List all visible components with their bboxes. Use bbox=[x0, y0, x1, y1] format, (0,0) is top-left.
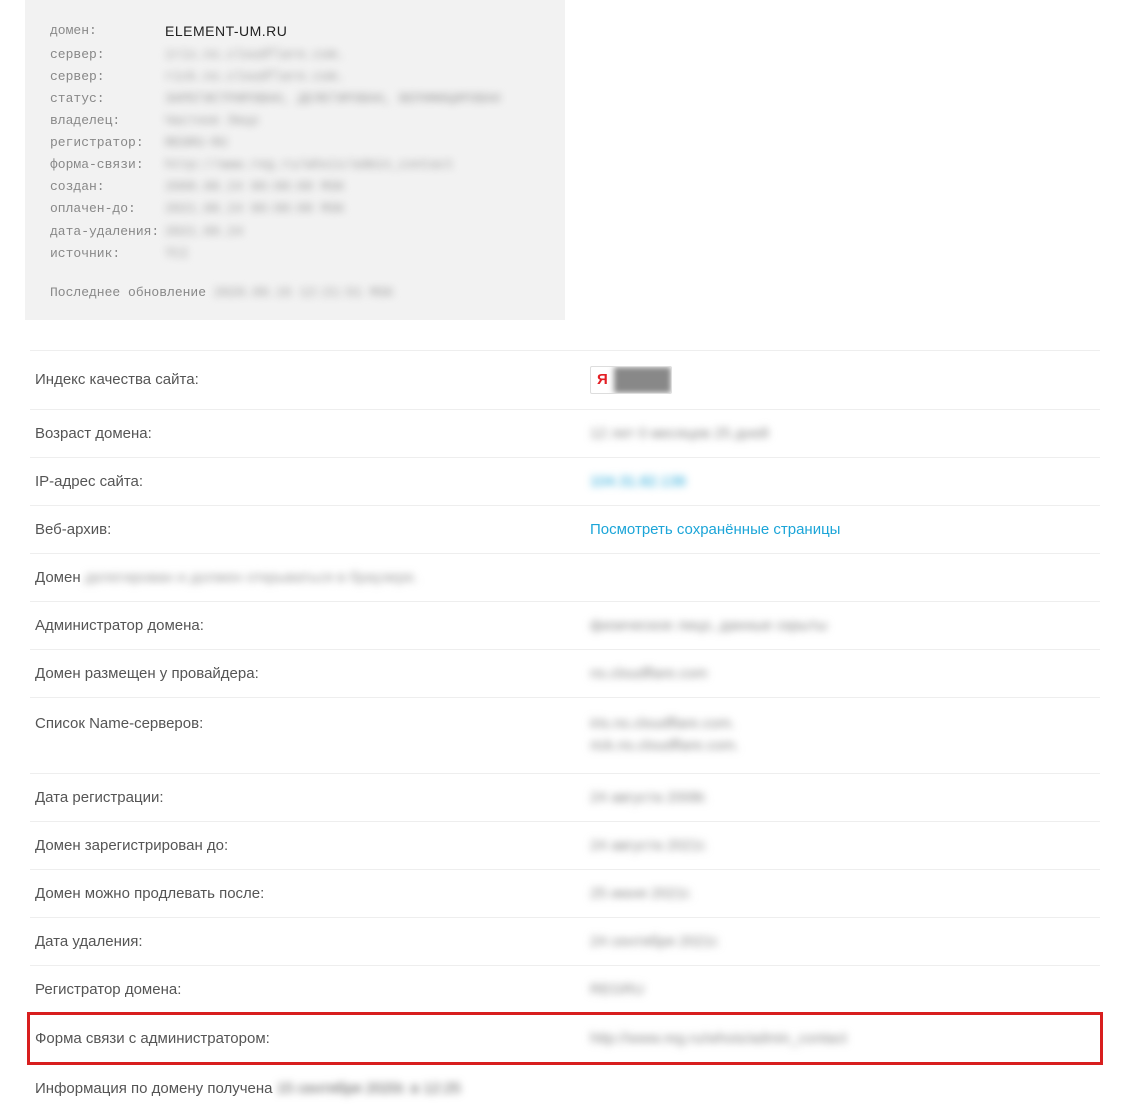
whois-row-status: статус: ЗАРЕГИСТРИРОВАН, ДЕЛЕГИРОВАН, ВЕ… bbox=[50, 88, 540, 110]
label-ip: IP-адрес сайта: bbox=[35, 473, 590, 490]
row-reguntil: Домен зарегистрирован до: 24 августа 202… bbox=[30, 822, 1100, 870]
whois-value-source: TCI bbox=[165, 243, 540, 265]
whois-row-registrar: регистратор: REGRU-RU bbox=[50, 132, 540, 154]
ip-link[interactable]: 104.31.82.136 bbox=[590, 473, 686, 490]
label-age: Возраст домена: bbox=[35, 425, 590, 442]
whois-footer-time: 2020.09.15 12:21:51 MSK bbox=[214, 285, 393, 300]
archive-link[interactable]: Посмотреть сохранённые страницы bbox=[590, 521, 840, 538]
whois-row-paid: оплачен-до: 2021.08.24 00:00:00 MSK bbox=[50, 198, 540, 220]
whois-footer-prefix: Последнее обновление bbox=[50, 285, 214, 300]
info-date: 15 сентября 2020г. в 12:25 bbox=[277, 1080, 461, 1097]
row-regdate: Дата регистрации: 24 августа 2008г. bbox=[30, 774, 1100, 822]
row-deldate: Дата удаления: 24 сентября 2021г. bbox=[30, 918, 1100, 966]
value-renew: 25 июня 2021г. bbox=[590, 885, 1095, 902]
label-admin: Администратор домена: bbox=[35, 617, 590, 634]
whois-row-created: создан: 2008.08.24 00:00:00 MSK bbox=[50, 176, 540, 198]
label-renew: Домен можно продлевать после: bbox=[35, 885, 590, 902]
row-admin: Администратор домена: физическое лицо, д… bbox=[30, 602, 1100, 650]
row-ns: Список Name-серверов: iris.ns.cloudflare… bbox=[30, 698, 1100, 774]
row-provider: Домен размещен у провайдера: ns.cloudfla… bbox=[30, 650, 1100, 698]
ns-item-2: rick.ns.cloudflare.com. bbox=[590, 735, 1095, 758]
info-prefix: Информация по домену получена bbox=[35, 1080, 277, 1097]
whois-value-server1: iris.ns.cloudflare.com. bbox=[165, 44, 540, 66]
label-regdate: Дата регистрации: bbox=[35, 789, 590, 806]
row-domain-status: Домен делегирован и должен открываться в… bbox=[30, 554, 1100, 602]
row-archive: Веб-архив: Посмотреть сохранённые страни… bbox=[30, 506, 1100, 554]
whois-label-server2: сервер: bbox=[50, 66, 165, 88]
value-regdate: 24 августа 2008г. bbox=[590, 789, 1095, 806]
row-renew: Домен можно продлевать после: 25 июня 20… bbox=[30, 870, 1100, 918]
yandex-icon: Я bbox=[591, 369, 614, 390]
whois-label-owner: владелец: bbox=[50, 110, 165, 132]
value-provider: ns.cloudflare.com bbox=[590, 665, 1095, 682]
whois-label-paid: оплачен-до: bbox=[50, 198, 165, 220]
whois-value-status: ЗАРЕГИСТРИРОВАН, ДЕЛЕГИРОВАН, ВЕРИФИЦИРО… bbox=[165, 88, 540, 110]
domain-status-suffix: делегирован и должен открываться в брауз… bbox=[85, 569, 418, 586]
label-quality: Индекс качества сайта: bbox=[35, 371, 590, 388]
value-age: 12 лет 0 месяцев 25 дней bbox=[590, 425, 1095, 442]
value-ns: iris.ns.cloudflare.com. rick.ns.cloudfla… bbox=[590, 713, 1095, 758]
whois-label-contact: форма-связи: bbox=[50, 154, 165, 176]
row-ip: IP-адрес сайта: 104.31.82.136 bbox=[30, 458, 1100, 506]
label-reguntil: Домен зарегистрирован до: bbox=[35, 837, 590, 854]
label-provider: Домен размещен у провайдера: bbox=[35, 665, 590, 682]
whois-label-delete: дата-удаления: bbox=[50, 221, 165, 243]
quality-badge: Я 120 bbox=[590, 366, 672, 394]
label-ns: Список Name-серверов: bbox=[35, 715, 590, 732]
whois-row-domain: домен: ELEMENT-UM.RU bbox=[50, 20, 540, 44]
whois-value-owner: Частное Лицо bbox=[165, 110, 540, 132]
whois-value-paid: 2021.08.24 00:00:00 MSK bbox=[165, 198, 540, 220]
row-info: Информация по домену получена 15 сентябр… bbox=[30, 1065, 1100, 1112]
value-contact: http://www.reg.ru/whois/admin_contact bbox=[590, 1030, 1095, 1047]
whois-label-source: источник: bbox=[50, 243, 165, 265]
whois-footer: Последнее обновление 2020.09.15 12:21:51… bbox=[50, 285, 540, 300]
whois-label-registrar: регистратор: bbox=[50, 132, 165, 154]
whois-panel: домен: ELEMENT-UM.RU сервер: iris.ns.clo… bbox=[25, 0, 565, 320]
whois-label-created: создан: bbox=[50, 176, 165, 198]
value-registrar: REGRU bbox=[590, 981, 1095, 998]
row-registrar: Регистратор домена: REGRU bbox=[30, 966, 1100, 1013]
whois-label-domain: домен: bbox=[50, 20, 165, 44]
label-registrar: Регистратор домена: bbox=[35, 981, 590, 998]
whois-row-delete: дата-удаления: 2021.09.24 bbox=[50, 221, 540, 243]
whois-row-server2: сервер: rick.ns.cloudflare.com. bbox=[50, 66, 540, 88]
whois-row-source: источник: TCI bbox=[50, 243, 540, 265]
whois-row-server1: сервер: iris.ns.cloudflare.com. bbox=[50, 44, 540, 66]
value-reguntil: 24 августа 2021г. bbox=[590, 837, 1095, 854]
ns-item-1: iris.ns.cloudflare.com. bbox=[590, 713, 1095, 736]
label-contact: Форма связи с администратором: bbox=[35, 1030, 590, 1047]
whois-label-server1: сервер: bbox=[50, 44, 165, 66]
whois-value-registrar: REGRU-RU bbox=[165, 132, 540, 154]
domain-status-prefix: Домен bbox=[35, 569, 85, 586]
whois-value-server2: rick.ns.cloudflare.com. bbox=[165, 66, 540, 88]
whois-value-domain: ELEMENT-UM.RU bbox=[165, 20, 540, 44]
label-archive: Веб-архив: bbox=[35, 521, 590, 538]
row-age: Возраст домена: 12 лет 0 месяцев 25 дней bbox=[30, 410, 1100, 458]
whois-label-status: статус: bbox=[50, 88, 165, 110]
whois-value-contact: http://www.reg.ru/whois/admin_contact bbox=[165, 154, 540, 176]
whois-row-owner: владелец: Частное Лицо bbox=[50, 110, 540, 132]
label-deldate: Дата удаления: bbox=[35, 933, 590, 950]
row-contact-highlighted: Форма связи с администратором: http://ww… bbox=[27, 1012, 1103, 1065]
whois-row-contact: форма-связи: http://www.reg.ru/whois/adm… bbox=[50, 154, 540, 176]
quality-score: 120 bbox=[614, 367, 672, 393]
whois-value-created: 2008.08.24 00:00:00 MSK bbox=[165, 176, 540, 198]
value-ip: 104.31.82.136 bbox=[590, 473, 1095, 490]
value-admin: физическое лицо, данные скрыты bbox=[590, 617, 1095, 634]
whois-value-delete: 2021.09.24 bbox=[165, 221, 540, 243]
value-archive: Посмотреть сохранённые страницы bbox=[590, 521, 1095, 538]
row-quality: Индекс качества сайта: Я 120 bbox=[30, 350, 1100, 410]
value-deldate: 24 сентября 2021г. bbox=[590, 933, 1095, 950]
value-quality: Я 120 bbox=[590, 366, 1095, 394]
